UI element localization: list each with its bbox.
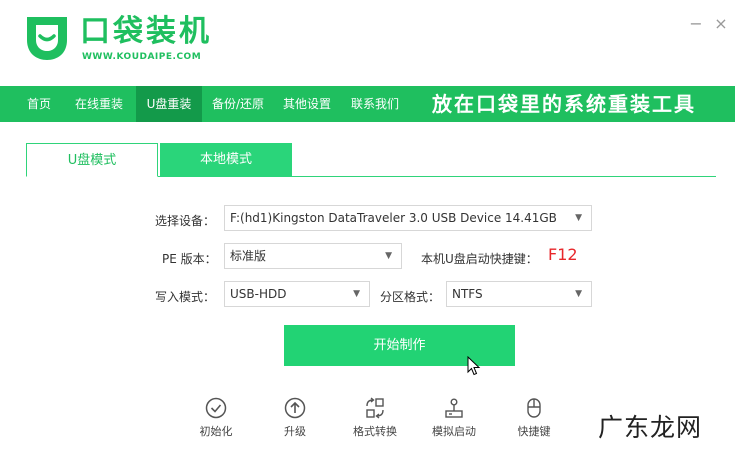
nav-item-home[interactable]: 首页 — [14, 86, 64, 122]
device-select[interactable]: F:(hd1)Kingston DataTraveler 3.0 USB Dev… — [224, 205, 592, 231]
tool-format-convert-label: 格式转换 — [353, 425, 397, 438]
joystick-icon — [445, 398, 463, 418]
write-mode-value: USB-HDD — [230, 287, 287, 301]
mouse-icon — [527, 398, 541, 418]
boot-hotkey-label: 本机U盘启动快捷键： — [421, 252, 538, 266]
watermark-text: 广东龙网 — [598, 413, 703, 442]
convert-icon — [366, 397, 384, 419]
partition-format-value: NTFS — [452, 287, 483, 301]
write-mode-select[interactable]: USB-HDD ▼ — [224, 281, 370, 307]
close-button[interactable]: × — [713, 16, 729, 32]
pe-version-label: PE 版本： — [162, 252, 217, 266]
tool-hotkeys[interactable]: 快捷键 — [502, 395, 566, 441]
arrow-up-circle-icon — [284, 397, 306, 419]
chevron-down-icon: ▼ — [385, 251, 392, 261]
pe-version-select[interactable]: 标准版 ▼ — [224, 243, 402, 269]
tool-initialize-label: 初始化 — [199, 425, 233, 438]
check-circle-icon — [205, 397, 227, 419]
tool-format-convert[interactable]: 格式转换 — [343, 395, 407, 441]
chevron-down-icon: ▼ — [575, 289, 582, 299]
nav-item-usb-reinstall[interactable]: U盘重装 — [136, 86, 202, 122]
mouse-cursor-icon — [467, 356, 481, 376]
tool-simulate-boot-label: 模拟启动 — [432, 425, 476, 438]
chevron-down-icon: ▼ — [575, 213, 582, 223]
tool-hotkeys-label: 快捷键 — [517, 425, 551, 438]
partition-format-label: 分区格式： — [380, 290, 441, 304]
pe-version-value: 标准版 — [230, 249, 267, 263]
partition-format-select[interactable]: NTFS ▼ — [446, 281, 592, 307]
write-mode-label: 写入模式： — [155, 290, 216, 304]
header: 口袋装机 WWW.KOUDAIPE.COM − × — [0, 0, 735, 86]
nav-bar: 首页 在线重装 U盘重装 备份/还原 其他设置 联系我们 放在口袋里的系统重装工… — [0, 86, 735, 122]
tool-upgrade[interactable]: 升级 — [263, 395, 327, 441]
tab-usb-mode[interactable]: U盘模式 — [26, 143, 158, 177]
slogan: 放在口袋里的系统重装工具 — [432, 92, 696, 116]
app-title: 口袋装机 — [80, 14, 212, 49]
tab-local-mode[interactable]: 本地模式 — [160, 143, 292, 177]
device-label: 选择设备： — [155, 214, 216, 228]
boot-hotkey-value: F12 — [548, 245, 578, 264]
nav-item-backup-restore[interactable]: 备份/还原 — [204, 86, 272, 122]
nav-item-other-settings[interactable]: 其他设置 — [274, 86, 340, 122]
nav-item-contact-us[interactable]: 联系我们 — [342, 86, 408, 122]
chevron-down-icon: ▼ — [353, 289, 360, 299]
app-subtitle: WWW.KOUDAIPE.COM — [82, 52, 202, 62]
tool-simulate-boot[interactable]: 模拟启动 — [422, 395, 486, 441]
device-select-value: F:(hd1)Kingston DataTraveler 3.0 USB Dev… — [230, 211, 557, 225]
minimize-button[interactable]: − — [688, 16, 704, 32]
tool-upgrade-label: 升级 — [284, 425, 306, 438]
nav-item-online-reinstall[interactable]: 在线重装 — [66, 86, 132, 122]
tool-initialize[interactable]: 初始化 — [184, 395, 248, 441]
pocket-logo-icon — [27, 17, 67, 60]
